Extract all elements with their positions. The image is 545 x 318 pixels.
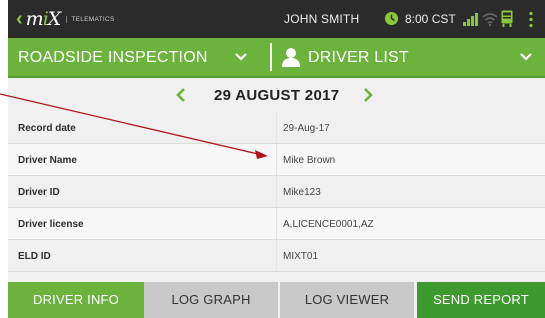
device-icon bbox=[501, 10, 513, 27]
chevron-down-icon bbox=[520, 53, 532, 61]
row-label: Driver license bbox=[18, 219, 84, 230]
mix-telematics-logo: ‹ miX TELEMATICS bbox=[16, 8, 115, 30]
nav-divider bbox=[270, 43, 272, 71]
table-row: Record date 29-Aug-17 bbox=[8, 112, 545, 144]
table-row: Driver Name Mike Brown bbox=[8, 144, 545, 176]
column-divider bbox=[276, 176, 277, 207]
driver-list-label: DRIVER LIST bbox=[308, 49, 409, 66]
chevron-down-icon bbox=[235, 53, 247, 61]
chevron-right-icon[interactable] bbox=[362, 87, 374, 103]
row-value: Mike123 bbox=[283, 187, 321, 198]
status-bar: ‹ miX TELEMATICS JOHN SMITH 8:00 CST bbox=[8, 0, 545, 38]
row-value: MIXT01 bbox=[283, 251, 319, 262]
send-report-button[interactable]: SEND REPORT bbox=[417, 282, 545, 318]
status-time: 8:00 CST bbox=[405, 12, 456, 26]
table-row: ELD ID MIXT01 bbox=[8, 240, 545, 272]
row-label: Driver ID bbox=[18, 187, 60, 198]
logo-subtext: TELEMATICS bbox=[66, 15, 114, 23]
date-navigator: 29 AUGUST 2017 bbox=[8, 78, 545, 112]
tab-log-graph[interactable]: LOG GRAPH bbox=[144, 282, 278, 318]
row-value: 29-Aug-17 bbox=[283, 123, 330, 134]
driver-list-dropdown[interactable]: DRIVER LIST bbox=[274, 38, 545, 76]
row-label: Record date bbox=[18, 123, 76, 134]
roadside-inspection-dropdown[interactable]: ROADSIDE INSPECTION bbox=[8, 38, 264, 76]
column-divider bbox=[276, 208, 277, 239]
clock-icon bbox=[384, 11, 399, 26]
person-icon bbox=[282, 48, 300, 67]
bottom-tab-bar: DRIVER INFO LOG GRAPH LOG VIEWER SEND RE… bbox=[8, 282, 545, 318]
driver-info-table: Record date 29-Aug-17 Driver Name Mike B… bbox=[8, 112, 545, 272]
table-row: Driver ID Mike123 bbox=[8, 176, 545, 208]
kebab-menu-icon[interactable] bbox=[528, 11, 534, 28]
logo-chevron: ‹ bbox=[16, 8, 23, 30]
column-divider bbox=[276, 144, 277, 175]
signal-icon bbox=[463, 13, 478, 26]
current-user-name: JOHN SMITH bbox=[284, 12, 360, 26]
row-value: Mike Brown bbox=[283, 155, 336, 166]
table-row: Driver license A,LICENCE0001,AZ bbox=[8, 208, 545, 240]
row-value: A,LICENCE0001,AZ bbox=[283, 219, 374, 230]
tab-log-viewer[interactable]: LOG VIEWER bbox=[280, 282, 414, 318]
app-screen: ‹ miX TELEMATICS JOHN SMITH 8:00 CST ROA… bbox=[8, 0, 545, 318]
current-date: 29 AUGUST 2017 bbox=[214, 87, 340, 104]
chevron-left-icon[interactable] bbox=[175, 87, 187, 103]
top-nav: ROADSIDE INSPECTION DRIVER LIST bbox=[8, 38, 545, 78]
wifi-icon bbox=[482, 13, 498, 27]
tab-driver-info[interactable]: DRIVER INFO bbox=[8, 282, 144, 318]
row-label: Driver Name bbox=[18, 155, 77, 166]
column-divider bbox=[276, 240, 277, 271]
logo-wordmark: miX bbox=[25, 8, 62, 30]
column-divider bbox=[276, 112, 277, 143]
roadside-inspection-label: ROADSIDE INSPECTION bbox=[18, 49, 208, 66]
row-label: ELD ID bbox=[18, 251, 51, 262]
